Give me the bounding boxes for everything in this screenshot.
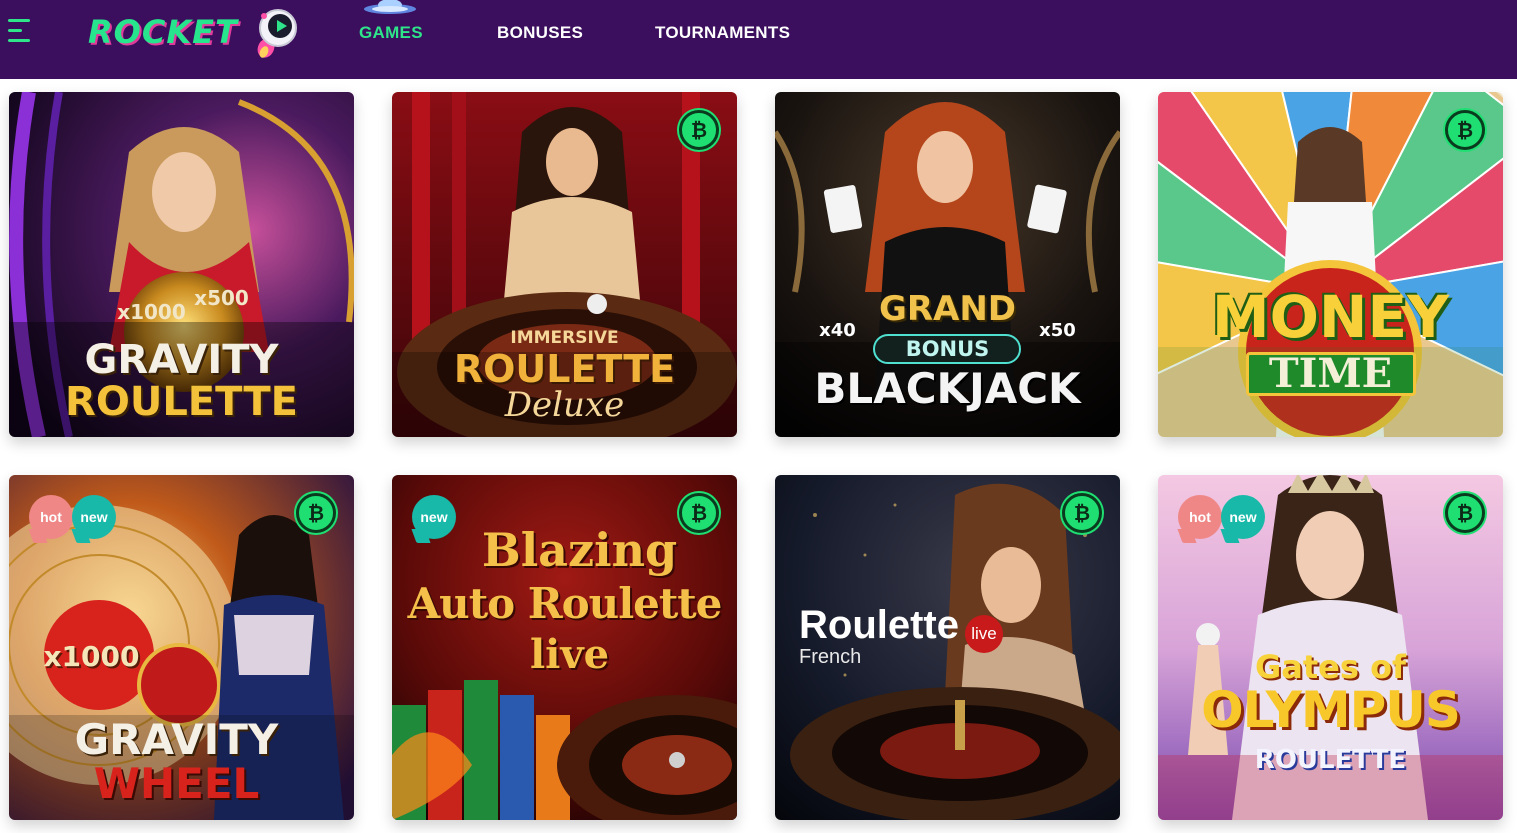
game-title-line-3: BLACKJACK bbox=[814, 364, 1081, 413]
game-title-line-2: ROULETTE bbox=[65, 379, 298, 425]
new-tag: new bbox=[72, 495, 116, 539]
game-tile-blazing-auto-roulette-live[interactable]: new ₿ Blazing Auto Roulette live bbox=[392, 475, 737, 820]
bitcoin-icon: ₿ bbox=[679, 110, 719, 150]
hot-tag: hot bbox=[29, 495, 73, 539]
game-tile-money-time[interactable]: ₿ MONEY TIME bbox=[1158, 92, 1503, 437]
game-title-line-1: MONEY bbox=[1211, 283, 1450, 351]
live-badge: live bbox=[965, 615, 1003, 653]
nav-tournaments[interactable]: TOURNAMENTS bbox=[655, 0, 790, 66]
nav-bonuses[interactable]: BONUSES bbox=[497, 0, 583, 66]
game-title-line-3: Deluxe bbox=[504, 385, 625, 425]
game-tile-grand-bonus-blackjack[interactable]: x40 x50 GRAND BONUS BLACKJACK bbox=[775, 92, 1120, 437]
ufo-icon bbox=[364, 0, 416, 14]
hamburger-menu-icon[interactable] bbox=[8, 17, 32, 45]
game-title-line-2: WHEEL bbox=[93, 759, 260, 808]
rocket-logo[interactable]: ROCKET bbox=[88, 4, 300, 60]
bitcoin-icon: ₿ bbox=[1062, 493, 1102, 533]
multiplier-label-2: x500 bbox=[194, 286, 249, 310]
game-title-line-3: live bbox=[529, 631, 610, 678]
game-title-line-1: Roulette bbox=[799, 603, 959, 647]
game-tile-roulette-live-french[interactable]: ₿ Roulette live French bbox=[775, 475, 1120, 820]
game-title-line-2: OLYMPUS bbox=[1201, 681, 1461, 739]
bitcoin-icon: ₿ bbox=[1445, 493, 1485, 533]
nav-games[interactable]: GAMES bbox=[359, 0, 423, 66]
game-title-line-1: GRAVITY bbox=[74, 715, 279, 764]
nav-games-label: GAMES bbox=[359, 23, 423, 42]
game-title-line-2: French bbox=[799, 646, 862, 668]
game-title-line-2: BONUS bbox=[905, 337, 990, 361]
game-title-line-1: Gates of bbox=[1255, 648, 1406, 686]
nav-bonuses-label: BONUSES bbox=[497, 23, 584, 42]
game-title-line-2: Auto Roulette bbox=[407, 579, 723, 628]
brand-name: ROCKET bbox=[88, 13, 238, 51]
game-title-line-3: ROULETTE bbox=[1254, 745, 1407, 775]
new-tag: new bbox=[1221, 495, 1265, 539]
multiplier-label: x1000 bbox=[43, 640, 140, 673]
game-tile-gravity-wheel[interactable]: hot new ₿ x1000 GRAVITY WHEEL bbox=[9, 475, 354, 820]
game-tile-immersive-roulette-deluxe[interactable]: ₿ IMMERSIVE ROULETTE Deluxe bbox=[392, 92, 737, 437]
hot-tag: hot bbox=[1178, 495, 1222, 539]
game-title-line-2: TIME bbox=[1268, 350, 1393, 397]
game-title-line-1: GRAVITY bbox=[84, 337, 279, 383]
game-title-line-1: Blazing bbox=[481, 523, 678, 577]
game-tile-gates-of-olympus-roulette[interactable]: hot new ₿ Gates of OLYMPUS ROULETTE bbox=[1158, 475, 1503, 820]
game-title-line-1: IMMERSIVE bbox=[510, 328, 619, 348]
top-header: ROCKET GAMES BONUSES TOURNAMENTS bbox=[0, 0, 1517, 79]
bitcoin-icon: ₿ bbox=[296, 493, 336, 533]
game-title-line-2: ROULETTE bbox=[453, 347, 676, 391]
astronaut-mascot-icon bbox=[257, 9, 297, 58]
nav-tournaments-label: TOURNAMENTS bbox=[655, 23, 791, 42]
game-tile-gravity-roulette[interactable]: x1000 x500 GRAVITY ROULETTE bbox=[9, 92, 354, 437]
bitcoin-icon: ₿ bbox=[1445, 110, 1485, 150]
game-title-line-1: GRAND bbox=[878, 289, 1017, 329]
